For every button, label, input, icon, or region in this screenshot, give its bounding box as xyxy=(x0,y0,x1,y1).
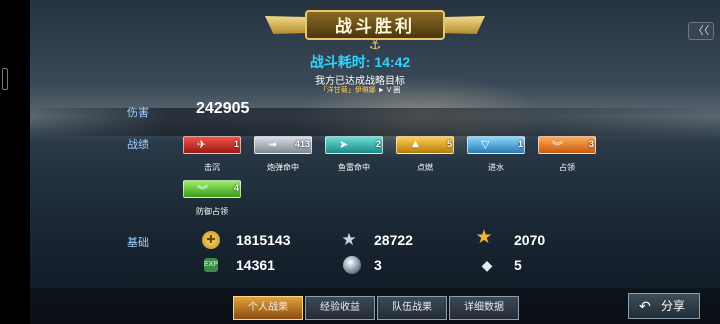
sphere-value: 3 xyxy=(374,257,382,273)
tab-team-results[interactable]: 队伍战果 xyxy=(377,296,447,320)
anchor-icon: ⚓ xyxy=(368,36,382,52)
shell-icon: ➟ xyxy=(268,139,278,151)
banner-title: 战斗胜利 xyxy=(335,17,415,36)
medal-shell-hit[interactable]: ➟ 413 炮弹命中 xyxy=(254,136,312,176)
ship-name: 「洋甘菊」伊琳娜 xyxy=(319,87,376,94)
medal-torpedo-hit-badge xyxy=(325,136,383,154)
exp-value: 14361 xyxy=(236,257,275,273)
medal-defend-capture-count: 4 xyxy=(233,183,239,193)
medal-ignite-name: 点燃 xyxy=(417,163,433,172)
diamond-icon: ◆ xyxy=(481,257,493,273)
medal-ignite[interactable]: ▲ 5 点燃 xyxy=(396,136,454,176)
ship-line: 「洋甘菊」伊琳娜 ► V 圈 xyxy=(0,85,720,95)
chevron-icon: ︾ xyxy=(552,141,563,153)
torpedo-icon: ➤ xyxy=(339,139,349,151)
medal-flood[interactable]: ▽ 1 进水 xyxy=(467,136,525,176)
tab-exp-gain[interactable]: 经验收益 xyxy=(305,296,375,320)
exp-icon: EXP xyxy=(204,258,218,272)
gold-star-icon: ★ xyxy=(475,227,493,248)
medal-shell-hit-name: 炮弹命中 xyxy=(267,163,299,172)
medal-capture-name: 占领 xyxy=(559,163,575,172)
chevron-icon: ︾ xyxy=(197,185,208,197)
gold-star-value: 2070 xyxy=(514,232,546,248)
damage-label: 伤害 xyxy=(127,107,149,119)
share-label: 分享 xyxy=(661,299,686,313)
medal-torpedo-hit-name: 鱼雷命中 xyxy=(338,163,370,172)
tab-personal-results[interactable]: 个人战果 xyxy=(233,296,303,320)
medal-sink-badge xyxy=(183,136,241,154)
medal-capture-count: 3 xyxy=(588,139,594,149)
coins-value: 1815143 xyxy=(236,232,291,248)
medal-capture-badge xyxy=(538,136,596,154)
basic-label: 基础 xyxy=(127,237,149,249)
medal-ignite-badge xyxy=(396,136,454,154)
close-button[interactable]: 〈〈 xyxy=(688,22,714,40)
share-button[interactable]: ↶ 分享 xyxy=(628,293,700,319)
medal-torpedo-hit-count: 2 xyxy=(375,139,381,149)
medal-sink-name: 击沉 xyxy=(204,163,220,172)
ship-suffix: ► V 圈 xyxy=(377,87,401,94)
plane-icon: ✈ xyxy=(197,139,207,151)
record-label: 战绩 xyxy=(127,139,149,151)
silver-star-value: 28722 xyxy=(374,232,413,248)
medal-flood-badge xyxy=(467,136,525,154)
medal-flood-name: 进水 xyxy=(488,163,504,172)
medal-defend-capture-badge xyxy=(183,180,241,198)
tab-detailed-data[interactable]: 详细数据 xyxy=(449,296,519,320)
medal-capture[interactable]: ︾ 3 占领 xyxy=(538,136,596,176)
silver-star-icon: ★ xyxy=(341,230,357,249)
flood-icon: ▽ xyxy=(481,139,490,151)
coin-icon: ✚ xyxy=(202,231,220,249)
damage-value: 242905 xyxy=(196,100,250,117)
left-black-bar xyxy=(0,0,30,324)
sphere-icon xyxy=(343,256,361,274)
fire-icon: ▲ xyxy=(410,138,421,150)
diamond-value: 5 xyxy=(514,257,522,273)
medal-flood-count: 1 xyxy=(517,139,523,149)
medal-ignite-count: 5 xyxy=(446,139,452,149)
victory-banner: 战斗胜利 ⚓ xyxy=(265,4,485,52)
share-arrow-icon: ↶ xyxy=(639,298,651,314)
bottom-strip xyxy=(30,288,720,324)
medal-shell-hit-count: 413 xyxy=(294,139,310,149)
medal-defend-capture-name: 防御占领 xyxy=(196,207,228,216)
medal-defend-capture[interactable]: ︾ 4 防御占领 xyxy=(183,180,241,220)
medal-sink-count: 1 xyxy=(233,139,239,149)
medal-torpedo-hit[interactable]: ➤ 2 鱼雷命中 xyxy=(325,136,383,176)
battle-time: 战斗耗时: 14:42 xyxy=(309,54,411,70)
medal-sink[interactable]: ✈ 1 击沉 xyxy=(183,136,241,176)
